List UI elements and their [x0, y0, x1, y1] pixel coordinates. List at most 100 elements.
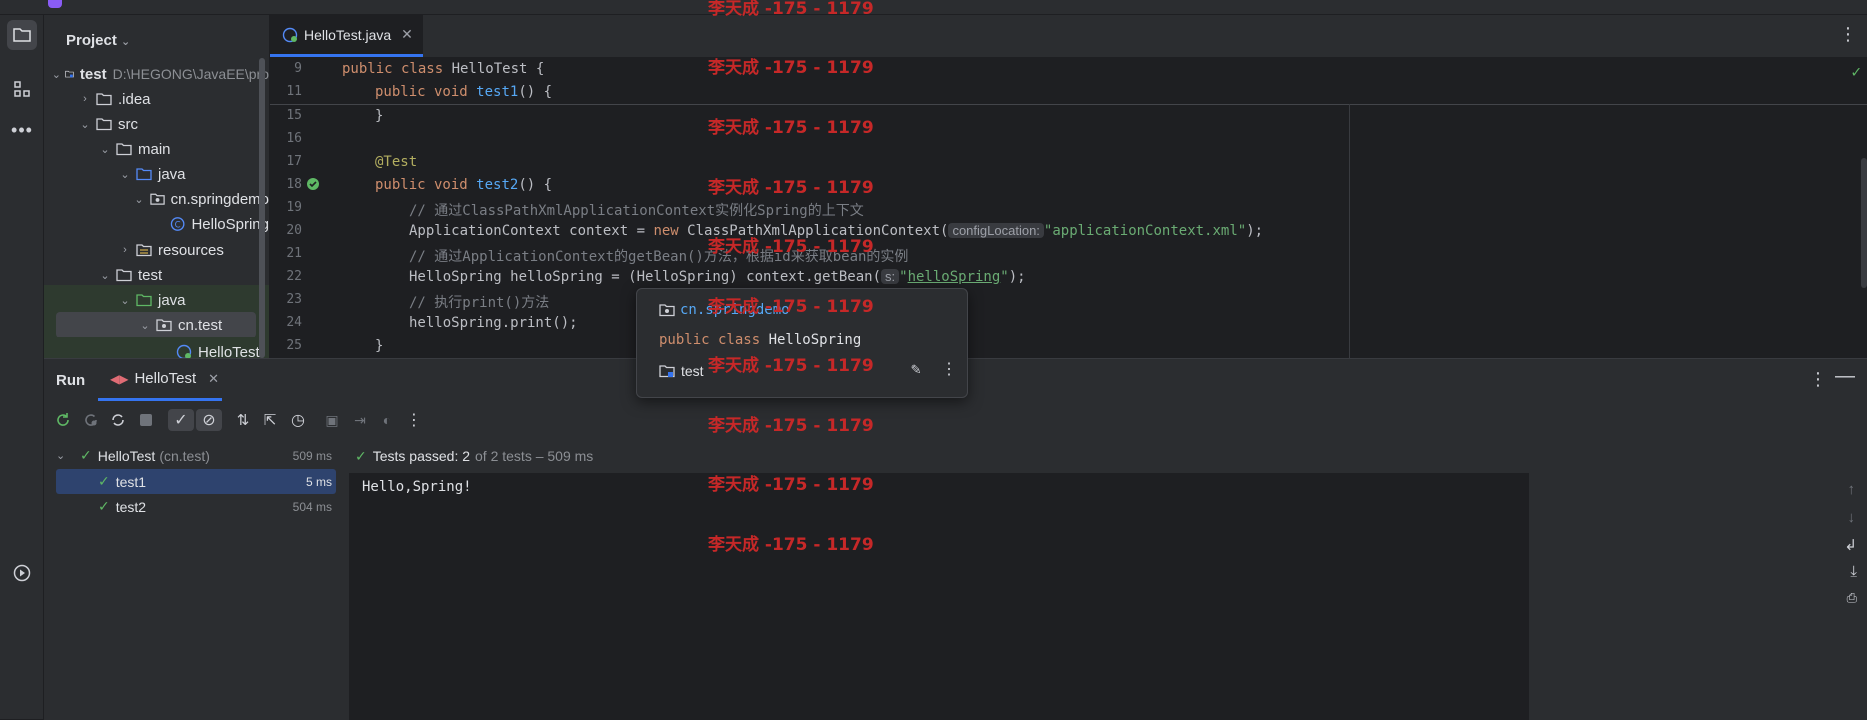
rerun-failed-button[interactable]: [80, 409, 102, 431]
close-icon[interactable]: ✕: [208, 371, 219, 387]
more-options-button[interactable]: ⋮: [403, 409, 425, 431]
code-token: HelloSpring helloSpring = (HelloSpring) …: [409, 269, 882, 285]
tab-label: HelloTest: [134, 370, 197, 387]
import-tests-button[interactable]: ⇥: [349, 409, 371, 431]
module-folder-icon: [659, 365, 675, 378]
code-line[interactable]: // 通过ClassPathXmlApplicationContext实例化Sp…: [409, 200, 864, 220]
code-token: test2: [476, 177, 519, 193]
chevron-down-icon[interactable]: ⌄: [52, 68, 61, 81]
sort-button[interactable]: ⇅: [232, 409, 254, 431]
watermark-text: 李天成 -175 - 1179: [708, 356, 874, 376]
services-tool-button[interactable]: [7, 558, 37, 588]
chevron-right-icon[interactable]: ›: [78, 93, 92, 105]
tests-passed-label: Tests passed: 2: [372, 448, 471, 464]
code-line[interactable]: HelloSpring helloSpring = (HelloSpring) …: [409, 269, 1026, 285]
chevron-down-icon[interactable]: ⌄: [132, 193, 145, 206]
run-test-gutter-icon[interactable]: [306, 177, 322, 193]
print-icon[interactable]: ⎙: [1847, 590, 1857, 606]
test-time: 5 ms: [305, 474, 332, 489]
popup-declaration: public class HelloSpring: [659, 332, 861, 348]
collapse-icon: ⇱: [263, 412, 277, 429]
watermark-text: 李天成 -175 - 1179: [708, 0, 874, 19]
tree-item-label: resources: [158, 241, 224, 259]
code-comment: // 通过ClassPathXmlApplicationContext实例化Sp…: [409, 203, 864, 219]
test-passed-icon: ✓: [355, 447, 367, 464]
code-token: test1: [476, 84, 519, 100]
tab-run-hellotest[interactable]: ◀▶ HelloTest ✕: [98, 359, 222, 401]
more-vertical-icon[interactable]: ⋮: [1839, 24, 1857, 45]
test-history-button[interactable]: ◷: [287, 409, 309, 431]
more-vertical-icon[interactable]: ⋮: [1809, 369, 1827, 390]
left-tool-strip: •••: [0, 15, 44, 719]
test-suite-row[interactable]: ⌄ ✓ HelloTest (cn.test) 509 ms: [56, 443, 336, 468]
console-output[interactable]: Hello,Spring!: [349, 473, 1529, 720]
chevron-down-icon[interactable]: ⌄: [98, 269, 112, 282]
gauge-icon: ◐: [382, 412, 392, 428]
tree-item-package-cntest[interactable]: ⌄ cn.test: [44, 310, 269, 340]
show-passed-button[interactable]: ✓: [168, 409, 194, 431]
tree-item-label: cn.test: [178, 316, 223, 334]
history-icon: ◷: [291, 412, 305, 429]
test-class-icon: [282, 27, 298, 42]
code-token: @Test: [375, 154, 418, 170]
test-time: 509 ms: [292, 448, 332, 463]
structure-tool-button[interactable]: [7, 74, 37, 104]
test-results-tree: ⌄ ✓ HelloTest (cn.test) 509 ms ✓ test1 5…: [44, 439, 350, 720]
code-line[interactable]: public class HelloTest {: [342, 61, 544, 77]
close-icon[interactable]: ✕: [401, 26, 413, 43]
bean-reference-link[interactable]: helloSpring: [908, 269, 1001, 285]
code-comment: // 执行print()方法: [409, 295, 550, 311]
test-time: 504 ms: [292, 499, 332, 514]
watermark-text: 李天成 -175 - 1179: [708, 58, 874, 78]
screenshot-button[interactable]: ▣: [321, 409, 343, 431]
minimize-icon[interactable]: —: [1835, 365, 1855, 388]
checkmark-icon: ✓: [1851, 62, 1861, 81]
tab-hellotest-java[interactable]: HelloTest.java ✕: [270, 15, 423, 57]
code-token: () {: [518, 84, 553, 100]
chevron-down-icon[interactable]: ⌄: [118, 168, 132, 181]
test-row-test2[interactable]: ✓ test2 504 ms: [56, 494, 336, 519]
rerun-button[interactable]: [52, 409, 74, 431]
line-number: 24: [286, 315, 302, 330]
arrow-up-icon[interactable]: ↑: [1848, 481, 1856, 498]
line-number: 11: [286, 84, 302, 99]
scroll-to-end-icon[interactable]: ⤓: [1850, 563, 1857, 580]
project-panel-title[interactable]: Project ⌄: [66, 32, 130, 49]
code-line[interactable]: }: [375, 338, 383, 354]
project-title-label: Project: [66, 32, 117, 49]
chevron-down-icon[interactable]: ⌄: [56, 449, 72, 462]
code-token: public void: [375, 84, 477, 100]
project-scrollbar[interactable]: [259, 58, 265, 358]
test-suite-name: HelloTest: [97, 447, 156, 464]
soft-wrap-icon[interactable]: ↲: [1844, 536, 1857, 554]
test-row-test1[interactable]: ✓ test1 5 ms: [56, 469, 336, 494]
code-line[interactable]: public void test1() {: [375, 84, 552, 100]
source-folder-icon: [136, 168, 152, 181]
show-ignored-button[interactable]: ⊘: [196, 409, 222, 431]
code-line[interactable]: }: [375, 108, 383, 124]
editor-scrollbar[interactable]: [1861, 158, 1867, 288]
title-bar: [0, 0, 1867, 15]
arrow-down-icon[interactable]: ↓: [1848, 509, 1856, 526]
chevron-down-icon[interactable]: ⌄: [98, 143, 112, 156]
code-line[interactable]: // 执行print()方法: [409, 292, 549, 312]
code-token: );: [1246, 223, 1264, 239]
code-line[interactable]: public void test2() {: [375, 177, 552, 193]
code-line[interactable]: helloSpring.print();: [409, 315, 578, 331]
chevron-right-icon[interactable]: ›: [118, 244, 132, 256]
project-tool-button[interactable]: [7, 20, 37, 50]
more-tools-button[interactable]: •••: [7, 115, 37, 145]
stop-button[interactable]: [135, 409, 157, 431]
coverage-button[interactable]: ◐: [376, 409, 398, 431]
code-line[interactable]: @Test: [375, 154, 417, 170]
code-token: public void: [375, 177, 477, 193]
code-editor[interactable]: 9 public class HelloTest { 11 public voi…: [270, 58, 1867, 358]
toggle-auto-test-button[interactable]: [107, 409, 129, 431]
folder-icon: [116, 269, 132, 282]
edit-pencil-icon[interactable]: ✎: [911, 359, 921, 378]
collapse-all-button[interactable]: ⇱: [259, 409, 281, 431]
more-vertical-icon[interactable]: ⋮: [941, 359, 957, 378]
chevron-down-icon[interactable]: ⌄: [78, 118, 92, 131]
chevron-down-icon[interactable]: ⌄: [118, 294, 132, 307]
chevron-down-icon[interactable]: ⌄: [138, 319, 152, 332]
